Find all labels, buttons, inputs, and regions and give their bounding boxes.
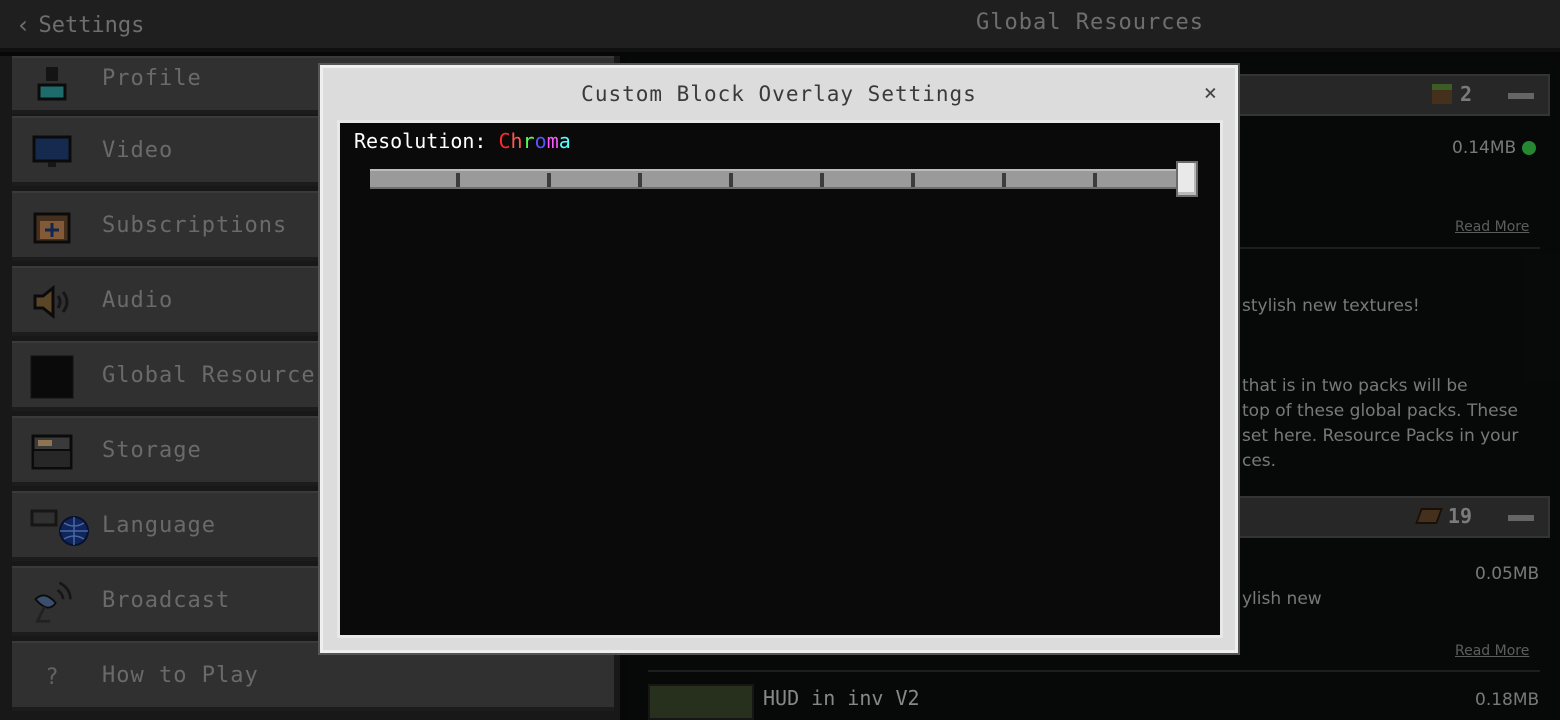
custom-block-overlay-dialog: Custom Block Overlay Settings × Resoluti… bbox=[320, 65, 1238, 653]
chroma-letter: C bbox=[498, 129, 511, 153]
slider-handle[interactable] bbox=[1176, 161, 1198, 197]
chroma-letter: h bbox=[510, 129, 523, 153]
resolution-value: Chroma bbox=[499, 129, 571, 153]
close-icon[interactable]: × bbox=[1204, 82, 1217, 106]
resolution-label: Resolution: Chroma bbox=[354, 129, 571, 153]
slider-tick bbox=[1002, 173, 1006, 187]
chroma-letter: a bbox=[558, 129, 571, 153]
slider-tick bbox=[638, 173, 642, 187]
chroma-letter: r bbox=[522, 129, 535, 153]
slider-tick bbox=[547, 173, 551, 187]
slider-tick bbox=[820, 173, 824, 187]
chroma-letter: o bbox=[534, 129, 547, 153]
slider-tick bbox=[1093, 173, 1097, 187]
dialog-body: Resolution: Chroma bbox=[337, 120, 1223, 638]
dialog-title: Custom Block Overlay Settings bbox=[581, 82, 977, 106]
chroma-letter: m bbox=[546, 129, 559, 153]
resolution-label-text: Resolution: bbox=[354, 129, 487, 153]
resolution-slider[interactable] bbox=[370, 169, 1178, 189]
slider-tick bbox=[456, 173, 460, 187]
slider-tick bbox=[729, 173, 733, 187]
slider-tick bbox=[911, 173, 915, 187]
